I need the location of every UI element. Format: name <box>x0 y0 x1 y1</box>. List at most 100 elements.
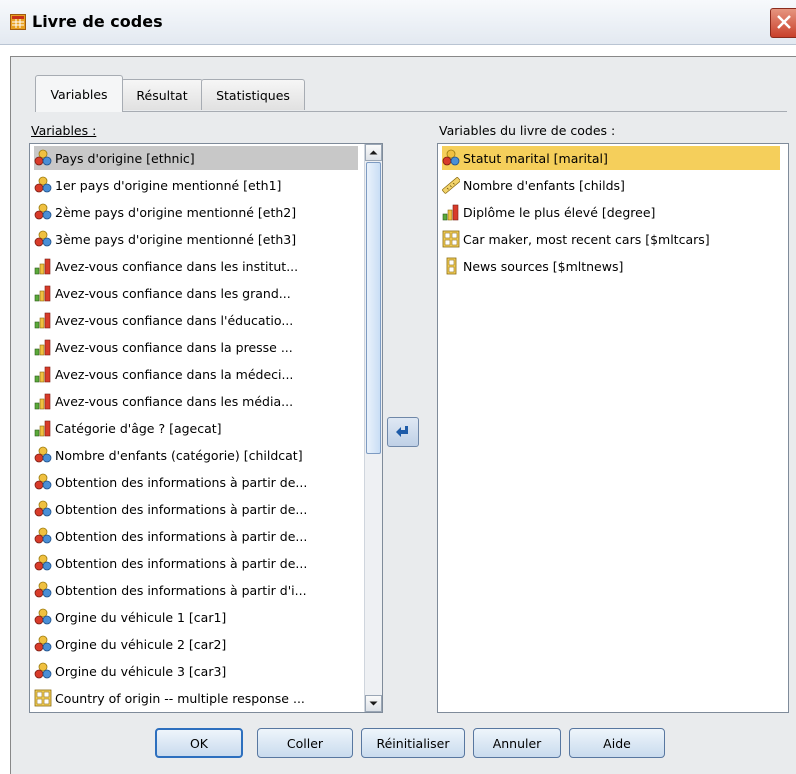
source-list-label-text: Variables : <box>31 123 97 138</box>
scroll-up-button[interactable] <box>365 144 382 161</box>
tab-statistiques-label: Statistiques <box>216 87 290 103</box>
list-item[interactable]: Avez-vous confiance dans la médeci... <box>34 362 358 386</box>
target-list-label: Variables du livre de codes : <box>439 123 616 138</box>
cancel-button-label: Annuler <box>492 735 542 751</box>
nominal-icon <box>34 500 52 518</box>
tab-variables[interactable]: Variables <box>35 75 123 112</box>
scroll-thumb[interactable] <box>366 162 381 454</box>
ordinal-icon <box>34 365 52 383</box>
list-item[interactable]: Avez-vous confiance dans les institut... <box>34 254 358 278</box>
list-item-label: Avez-vous confiance dans la médeci... <box>55 366 294 382</box>
multiple-dichotomy-set-icon <box>442 257 460 275</box>
title-bar[interactable]: Livre de codes <box>0 0 796 45</box>
reset-button[interactable]: Réinitialiser <box>361 728 465 758</box>
ordinal-icon <box>34 338 52 356</box>
list-item-label: Catégorie d'âge ? [agecat] <box>55 420 222 436</box>
list-item-label: Avez-vous confiance dans la presse ... <box>55 339 293 355</box>
list-item-label: Avez-vous confiance dans les grand... <box>55 285 291 301</box>
list-item[interactable]: 3ème pays d'origine mentionné [eth3] <box>34 227 358 251</box>
ordinal-icon <box>34 257 52 275</box>
list-item-label: Statut marital [marital] <box>463 150 608 166</box>
dialog-body: Variables Résultat Statistiques Variable… <box>10 56 796 774</box>
close-button[interactable] <box>770 8 796 38</box>
list-item[interactable]: Orgine du véhicule 1 [car1] <box>34 605 358 629</box>
reset-button-label: Réinitialiser <box>376 735 450 751</box>
scale-icon <box>442 176 460 194</box>
help-button-label: Aide <box>603 735 631 751</box>
list-item[interactable]: News sources [$mltnews] <box>442 254 780 278</box>
list-item[interactable]: Obtention des informations à partir de..… <box>34 470 358 494</box>
list-item-label: Car maker, most recent cars [$mltcars] <box>463 231 710 247</box>
list-item-label: Orgine du véhicule 2 [car2] <box>55 636 227 652</box>
scroll-down-button[interactable] <box>365 695 382 712</box>
source-variable-list[interactable]: Pays d'origine [ethnic] 1er pays d'origin… <box>29 143 383 713</box>
list-item[interactable]: Nombre d'enfants [childs] <box>442 173 780 197</box>
nominal-icon <box>34 473 52 491</box>
list-item[interactable]: Obtention des informations à partir de..… <box>34 524 358 548</box>
ordinal-icon <box>34 284 52 302</box>
list-item[interactable]: Diplôme le plus élevé [degree] <box>442 200 780 224</box>
list-item-label: Obtention des informations à partir de..… <box>55 474 308 490</box>
nominal-icon <box>34 635 52 653</box>
list-item[interactable]: Avez-vous confiance dans l'éducatio... <box>34 308 358 332</box>
list-item[interactable]: Statut marital [marital] <box>442 146 780 170</box>
list-item-label: News sources [$mltnews] <box>463 258 624 274</box>
list-item[interactable]: Avez-vous confiance dans les média... <box>34 389 358 413</box>
nominal-icon <box>34 527 52 545</box>
list-item[interactable]: Obtention des informations à partir de..… <box>34 497 358 521</box>
list-item-label: Obtention des informations à partir d'i.… <box>55 582 307 598</box>
list-item[interactable]: Obtention des informations à partir d'i.… <box>34 578 358 602</box>
move-variable-button[interactable] <box>387 417 419 447</box>
ordinal-icon <box>34 419 52 437</box>
ordinal-icon <box>442 203 460 221</box>
cancel-button[interactable]: Annuler <box>473 728 561 758</box>
list-item-label: Nombre d'enfants [childs] <box>463 177 625 193</box>
list-item[interactable]: 1er pays d'origine mentionné [eth1] <box>34 173 358 197</box>
source-list-label: Variables : <box>31 123 96 138</box>
list-item-label: Avez-vous confiance dans les média... <box>55 393 294 409</box>
tab-variables-label: Variables <box>50 86 108 102</box>
nominal-icon <box>34 608 52 626</box>
nominal-icon <box>34 149 52 167</box>
list-item[interactable]: Avez-vous confiance dans les grand... <box>34 281 358 305</box>
list-item[interactable]: Catégorie d'âge ? [agecat] <box>34 416 358 440</box>
scroll-up-icon <box>369 150 378 155</box>
close-icon <box>777 15 791 29</box>
tab-resultat[interactable]: Résultat <box>121 79 203 110</box>
help-button[interactable]: Aide <box>569 728 665 758</box>
list-item[interactable]: Nombre d'enfants (catégorie) [childcat] <box>34 443 358 467</box>
nominal-icon <box>34 662 52 680</box>
list-item[interactable]: Pays d'origine [ethnic] <box>34 146 358 170</box>
list-item-label: Diplôme le plus élevé [degree] <box>463 204 656 220</box>
tab-resultat-label: Résultat <box>136 87 188 103</box>
list-item[interactable]: Obtention des informations à partir de..… <box>34 551 358 575</box>
list-item[interactable]: Country of origin -- multiple response .… <box>34 686 358 710</box>
scroll-down-icon <box>369 701 378 706</box>
nominal-icon <box>34 554 52 572</box>
list-item[interactable]: Avez-vous confiance dans la presse ... <box>34 335 358 359</box>
list-item-label: Pays d'origine [ethnic] <box>55 150 195 166</box>
source-scrollbar[interactable] <box>364 144 382 712</box>
list-item-label: Nombre d'enfants (catégorie) [childcat] <box>55 447 303 463</box>
list-item-label: Avez-vous confiance dans les institut... <box>55 258 299 274</box>
nominal-icon <box>34 230 52 248</box>
list-item[interactable]: Orgine du véhicule 3 [car3] <box>34 659 358 683</box>
ok-button-label: OK <box>189 735 209 751</box>
multiple-category-set-icon <box>442 230 460 248</box>
list-item[interactable]: 2ème pays d'origine mentionné [eth2] <box>34 200 358 224</box>
nominal-icon <box>34 176 52 194</box>
paste-button[interactable]: Coller <box>257 728 353 758</box>
tab-statistiques[interactable]: Statistiques <box>201 79 305 110</box>
ok-button[interactable]: OK <box>155 728 243 758</box>
nominal-icon <box>442 149 460 167</box>
nominal-icon <box>34 581 52 599</box>
list-item[interactable]: Car maker, most recent cars [$mltcars] <box>442 227 780 251</box>
list-item[interactable]: Orgine du véhicule 2 [car2] <box>34 632 358 656</box>
codebook-variable-list[interactable]: Statut marital [marital] Nombre d'enfants… <box>437 143 789 713</box>
list-item-label: 2ème pays d'origine mentionné [eth2] <box>55 204 297 220</box>
codebook-app-icon <box>10 14 26 30</box>
list-item-label: Avez-vous confiance dans l'éducatio... <box>55 312 294 328</box>
paste-button-label: Coller <box>286 735 324 751</box>
list-item-label: Country of origin -- multiple response .… <box>55 690 305 706</box>
window-title: Livre de codes <box>32 12 163 31</box>
